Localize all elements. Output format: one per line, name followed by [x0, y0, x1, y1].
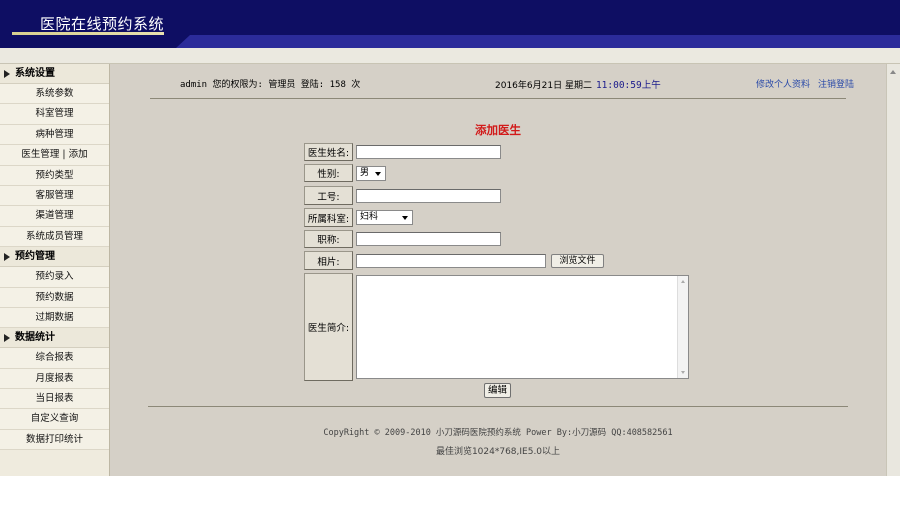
submit-button[interactable]: 编辑 [484, 383, 511, 398]
intro-label: 医生简介: [304, 273, 353, 381]
scroll-up-icon [681, 280, 685, 283]
sidebar-group-statistics[interactable]: 数据统计 [0, 328, 109, 349]
user-info: admin 您的权限为: 管理员 登陆: 158 次 [180, 80, 361, 90]
sidebar-item-daily-report[interactable]: 当日报表 [0, 389, 109, 410]
sidebar-item-members[interactable]: 系统成员管理 [0, 226, 109, 248]
department-label: 所属科室: [304, 208, 353, 227]
clock-text: 11:00:59上午 [595, 80, 661, 91]
textarea-scrollbar[interactable] [677, 276, 688, 378]
copyright-text: CopyRight © 2009-2010 小刀源码医院预约系统 Power B… [323, 428, 673, 438]
date-display: 2016年6月21日 星期二 11:00:59上午 [495, 77, 661, 91]
sidebar-item-customer-service[interactable]: 客服管理 [0, 185, 109, 207]
sidebar-group-title: 预约管理 [15, 250, 55, 262]
divider [148, 406, 848, 407]
scroll-down-icon [681, 371, 685, 374]
sidebar-item-appointment-data[interactable]: 预约数据 [0, 287, 109, 308]
banner-band [176, 35, 900, 48]
best-view-text: 最佳浏览1024*768,IE5.0以上 [435, 447, 561, 457]
sidebar-item-expired-data[interactable]: 过期数据 [0, 307, 109, 329]
name-label: 医生姓名: [304, 143, 353, 161]
sidebar-item-monthly-report[interactable]: 月度报表 [0, 368, 109, 390]
sidebar-group-appointments[interactable]: 预约管理 [0, 247, 109, 268]
intro-textarea[interactable] [356, 275, 689, 379]
arrow-right-icon [4, 252, 10, 261]
edit-profile-link[interactable]: 修改个人资料 [756, 80, 810, 90]
title-underline [12, 32, 164, 35]
form-title: 添加医生 [475, 123, 521, 137]
sidebar-group-title: 数据统计 [15, 331, 55, 343]
sidebar-item-summary-report[interactable]: 综合报表 [0, 348, 109, 369]
gender-label: 性别: [304, 164, 353, 182]
sidebar-item-appointment-entry[interactable]: 预约录入 [0, 267, 109, 288]
sidebar-item-appointment-types[interactable]: 预约类型 [0, 165, 109, 186]
department-select[interactable]: 妇科 [356, 210, 413, 225]
sidebar-item-doctors[interactable]: 医生管理 | 添加 [0, 145, 109, 166]
header-banner: 医院在线预约系统 [0, 0, 900, 48]
chevron-down-icon [402, 216, 408, 220]
title-label: 职称: [304, 230, 353, 248]
arrow-right-icon [4, 69, 10, 78]
app-title: 医院在线预约系统 [40, 15, 165, 33]
sidebar: 系统设置 系统参数 科室管理 病种管理 医生管理 | 添加 预约类型 客服管理 … [0, 64, 110, 476]
title-input[interactable] [356, 232, 501, 246]
logout-link[interactable]: 注销登陆 [818, 80, 854, 90]
sidebar-item-custom-query[interactable]: 自定义查询 [0, 409, 109, 430]
browse-file-button[interactable]: 浏览文件 [551, 254, 604, 268]
sidebar-item-departments[interactable]: 科室管理 [0, 104, 109, 125]
job-no-input[interactable] [356, 189, 501, 203]
chevron-down-icon [375, 172, 381, 176]
divider [150, 98, 846, 99]
sidebar-item-print-stats[interactable]: 数据打印统计 [0, 429, 109, 451]
gender-select[interactable]: 男 [356, 166, 386, 181]
top-links: 修改个人资料 注销登陆 [756, 77, 862, 90]
page-scrollbar[interactable] [886, 64, 900, 476]
job-no-label: 工号: [304, 186, 353, 205]
photo-label: 相片: [304, 251, 353, 270]
sidebar-group-system-settings[interactable]: 系统设置 [0, 64, 109, 84]
sidebar-item-diseases[interactable]: 病种管理 [0, 124, 109, 146]
name-input[interactable] [356, 145, 501, 159]
date-text: 2016年6月21日 星期二 [495, 81, 592, 91]
header-separator [0, 48, 900, 64]
photo-file-input[interactable] [356, 254, 546, 268]
sidebar-item-system-params[interactable]: 系统参数 [0, 84, 109, 105]
arrow-right-icon [4, 333, 10, 342]
gender-value: 男 [360, 168, 370, 178]
scroll-up-icon [890, 70, 896, 74]
sidebar-item-channels[interactable]: 渠道管理 [0, 206, 109, 227]
department-value: 妇科 [360, 212, 379, 222]
main-panel: admin 您的权限为: 管理员 登陆: 158 次 2016年6月21日 星期… [110, 64, 886, 476]
sidebar-group-title: 系统设置 [15, 67, 55, 79]
